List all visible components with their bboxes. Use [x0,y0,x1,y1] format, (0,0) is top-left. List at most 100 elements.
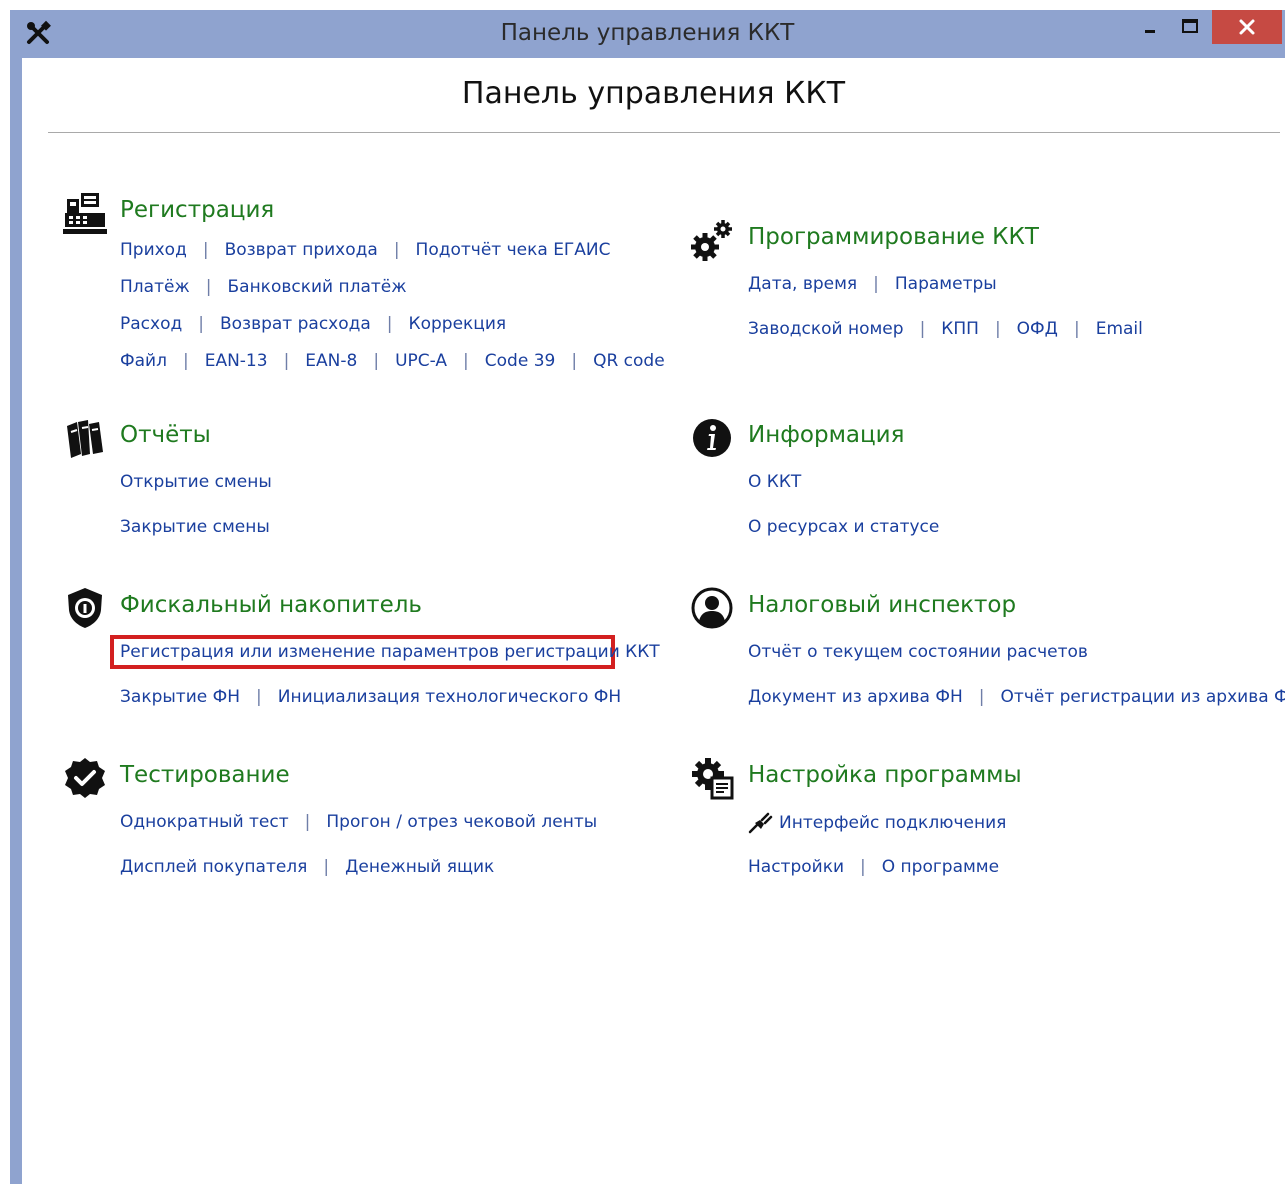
section-title-inspector: Налоговый инспектор [748,592,1017,618]
gears-icon [690,218,734,262]
link-resources-status[interactable]: О ресурсах и статусе [748,517,939,537]
separator: | [205,277,212,297]
link-ean13[interactable]: EAN-13 [205,351,268,371]
link-customer-display[interactable]: Дисплей покупателя [120,857,307,877]
reports-row-1: Открытие смены [120,472,272,492]
link-connection-interface[interactable]: Интерфейс подключения [779,813,1006,833]
separator: | [182,351,189,371]
section-title-settings: Настройка программы [748,762,1022,788]
settings-row-1: Интерфейс подключения [748,812,1006,834]
separator: | [202,240,209,260]
testing-row-1: Однократный тест | Прогон / отрез чеково… [120,812,597,832]
link-archive-registration-report[interactable]: Отчёт регистрации из архива ФН [1001,687,1285,707]
link-email[interactable]: Email [1096,319,1143,339]
link-ean8[interactable]: EAN-8 [305,351,357,371]
programming-row-2: Заводской номер | КПП | ОФД | Email [748,319,1143,339]
separator: | [198,314,204,334]
title-bar[interactable]: Панель управления ККТ [10,10,1285,58]
link-bank-payment[interactable]: Банковский платёж [227,277,406,297]
separator: | [386,314,393,334]
link-expense[interactable]: Расход [120,314,182,334]
link-payment[interactable]: Платёж [120,277,190,297]
information-row-2: О ресурсах и статусе [748,517,939,537]
books-icon [63,416,107,460]
link-date-time[interactable]: Дата, время [748,274,857,294]
registration-row-1: Приход | Возврат прихода | Подотчёт чека… [120,240,611,260]
link-single-test[interactable]: Однократный тест [120,812,289,832]
registration-row-3: Расход | Возврат расхода | Коррекция [120,314,506,334]
gear-document-icon [690,756,734,800]
link-fn-close[interactable]: Закрытие ФН [120,687,240,707]
section-title-reports: Отчёты [120,422,211,448]
shield-icon [63,586,107,630]
close-button[interactable] [1212,10,1282,44]
cash-register-icon [63,191,107,235]
link-shift-open[interactable]: Открытие смены [120,472,272,492]
inspector-row-1: Отчёт о текущем состоянии расчетов [748,642,1088,662]
information-row-1: О ККТ [748,472,801,492]
link-egais-report[interactable]: Подотчёт чека ЕГАИС [416,240,611,260]
link-archive-document[interactable]: Документ из архива ФН [748,687,963,707]
fiscal-row-2: Закрытие ФН | Инициализация технологичес… [120,687,621,707]
link-code39[interactable]: Code 39 [485,351,556,371]
link-about-program[interactable]: О программе [882,857,999,877]
testing-row-2: Дисплей покупателя | Денежный ящик [120,857,494,877]
link-income-return[interactable]: Возврат прихода [225,240,378,260]
separator: | [463,351,469,371]
page-title: Панель управления ККТ [461,76,846,111]
plug-icon [748,812,774,834]
link-kpp[interactable]: КПП [941,319,979,339]
separator: | [1073,319,1080,339]
check-badge-icon [63,756,107,800]
separator: | [304,812,311,832]
link-file[interactable]: Файл [120,351,167,371]
link-tape-feed[interactable]: Прогон / отрез чековой ленты [326,812,597,832]
settings-row-2: Настройки | О программе [748,857,999,877]
header-divider [48,132,1280,133]
link-fn-init[interactable]: Инициализация технологического ФН [278,687,621,707]
programming-row-1: Дата, время | Параметры [748,274,997,294]
section-title-programming: Программирование ККТ [748,224,1039,250]
separator: | [393,240,400,260]
link-ofd[interactable]: ОФД [1017,319,1058,339]
link-shift-close[interactable]: Закрытие смены [120,517,270,537]
main-panel: Панель управления ККТ Регистрация Приход… [22,58,1285,1184]
separator: | [571,351,578,371]
link-correction[interactable]: Коррекция [409,314,507,334]
info-icon [690,416,734,460]
separator: | [373,351,380,371]
section-title-fiscal: Фискальный накопитель [120,592,422,618]
link-expense-return[interactable]: Возврат расхода [220,314,371,334]
section-title-registration: Регистрация [120,197,275,223]
registration-row-4: Файл | EAN-13 | EAN-8 | UPC-A | Code 39 … [120,351,665,371]
section-title-information: Информация [748,422,905,448]
link-settings[interactable]: Настройки [748,857,844,877]
separator: | [994,319,1001,339]
maximize-button[interactable] [1170,12,1210,42]
user-circle-icon [690,586,734,630]
minimize-button[interactable] [1132,12,1168,42]
registration-row-2: Платёж | Банковский платёж [120,277,407,297]
reports-row-2: Закрытие смены [120,517,270,537]
fiscal-row-1: Регистрация или изменение параментров ре… [120,642,660,662]
window-title: Панель управления ККТ [500,20,795,46]
separator: | [323,857,330,877]
separator: | [860,857,866,877]
separator: | [256,687,262,707]
separator: | [873,274,879,294]
link-parameters[interactable]: Параметры [895,274,997,294]
section-title-testing: Тестирование [120,762,290,788]
link-about-kkt[interactable]: О ККТ [748,472,801,492]
link-current-state-report[interactable]: Отчёт о текущем состоянии расчетов [748,642,1088,662]
inspector-row-2: Документ из архива ФН | Отчёт регистраци… [748,687,1285,707]
separator: | [283,351,290,371]
link-kkt-registration[interactable]: Регистрация или изменение параментров ре… [120,642,660,662]
separator: | [978,687,985,707]
link-serial-number[interactable]: Заводской номер [748,319,904,339]
link-income[interactable]: Приход [120,240,187,260]
link-qrcode[interactable]: QR code [593,351,665,371]
link-upca[interactable]: UPC-A [395,351,447,371]
app-window: Панель управления ККТ Панель управления … [10,10,1285,1184]
separator: | [919,319,926,339]
link-cash-drawer[interactable]: Денежный ящик [345,857,494,877]
